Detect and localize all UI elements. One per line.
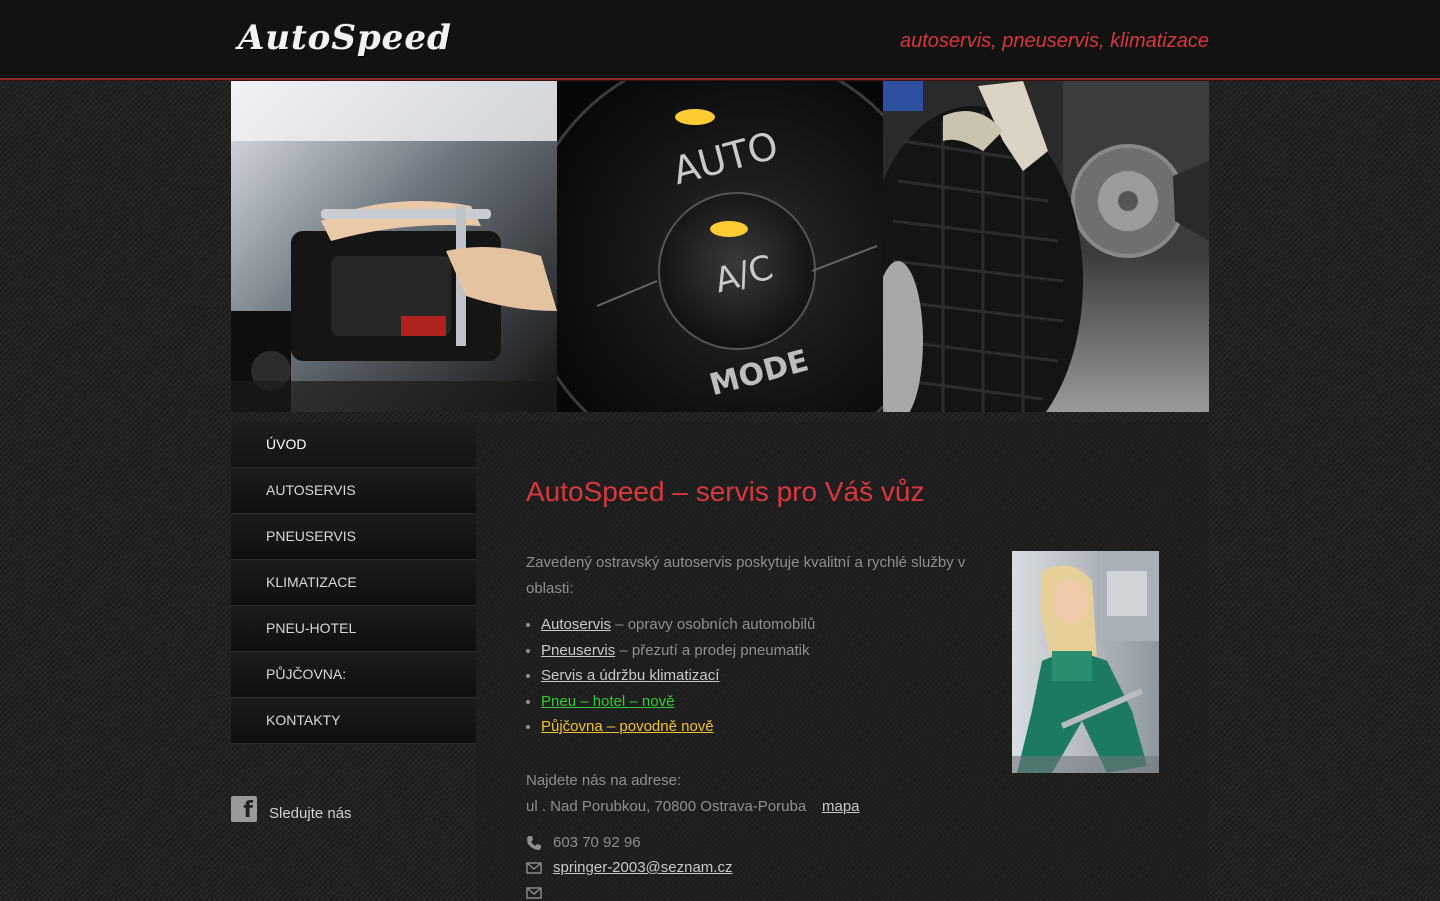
main-content: AutoSpeed – servis pro Váš vůz Zavedený … [476,422,1209,900]
follow-label[interactable]: Sledujte nás [269,805,352,822]
link-klimatizace[interactable]: Servis a údržbu klimatizací [541,667,719,684]
phone-number[interactable]: 603 70 92 96 [553,834,641,851]
nav-item-autoservis[interactable]: AUTOSERVIS [231,468,476,514]
address-label: Najdete nás na adrese: [526,772,682,789]
nav-item-pneuservis[interactable]: PNEUSERVIS [231,514,476,560]
services-list: Autoservis – opravy osobních automobilů … [526,612,815,740]
banner-tire-photo [883,81,1209,412]
page-title: AutoSpeed – servis pro Váš vůz [526,476,925,507]
service-desc: – přezutí a prodej pneumatik [615,641,810,659]
phone-icon [527,835,541,850]
nav-item-pneu-hotel[interactable]: PNEU-HOTEL [231,606,476,652]
nav-item-kontakty[interactable]: KONTAKTY [231,698,476,744]
site-logo[interactable]: AutoSpeed [238,18,452,58]
nav-item-uvod[interactable]: ÚVOD [231,422,476,468]
nav-item-pujcovna[interactable]: PŮJČOVNA: [231,652,476,698]
link-pneuservis[interactable]: Pneuservis [541,642,615,659]
link-autoservis[interactable]: Autoservis [541,616,611,633]
email-row-2 [526,885,553,901]
nav-item-klimatizace[interactable]: KLIMATIZACE [231,560,476,606]
site-tagline: autoservis, pneuservis, klimatizace [899,30,1209,52]
facebook-icon[interactable]: f [231,795,257,822]
link-pujcovna[interactable]: Půjčovna – povodně nově [541,718,714,735]
phone-row: 603 70 92 96 [526,834,641,851]
list-item: Servis a údržbu klimatizací [541,663,815,689]
envelope-icon [526,887,542,899]
envelope-icon [526,861,542,874]
mechanic-woman-photo [1012,551,1159,773]
list-item: Autoservis – opravy osobních automobilů [541,612,815,638]
site-header: AutoSpeed autoservis, pneuservis, klimat… [0,0,1440,80]
service-desc: – opravy osobních automobilů [611,616,816,633]
main-navigation: ÚVOD AUTOSERVIS PNEUSERVIS KLIMATIZACE P… [231,422,476,744]
hero-banner: AUTO A/C MODE [231,81,1209,412]
map-link[interactable]: mapa [822,798,860,815]
intro-text: Zavedený ostravský autoservis poskytuje … [526,554,966,597]
link-pneu-hotel[interactable]: Pneu – hotel – nově [541,693,674,710]
banner-engine-photo [231,81,557,412]
banner-ac-dial-photo: AUTO A/C MODE [557,81,883,412]
email-link[interactable]: springer-2003@seznam.cz [553,859,732,876]
list-item: Pneuservis – přezutí a prodej pneumatik [541,638,815,664]
list-item: Pneu – hotel – nově [541,689,815,715]
email-row: springer-2003@seznam.cz [526,859,732,876]
address-text: ul . Nad Porubkou, 70800 Ostrava-Poruba [526,798,807,815]
social-follow[interactable]: f Sledujte nás [231,795,352,822]
list-item: Půjčovna – povodně nově [541,714,815,740]
